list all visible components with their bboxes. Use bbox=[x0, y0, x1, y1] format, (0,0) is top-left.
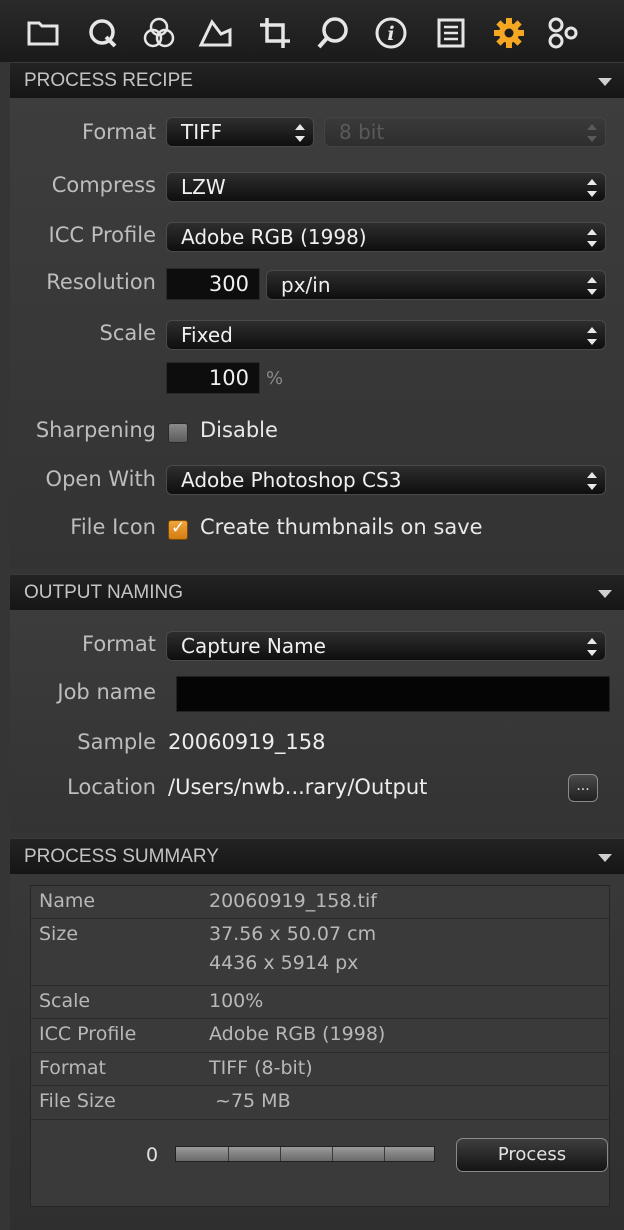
compress-label: Compress bbox=[51, 173, 156, 197]
section-title: PROCESS RECIPE bbox=[24, 70, 193, 91]
process-button[interactable]: Process bbox=[456, 1138, 608, 1172]
checkmark-icon: ✓ bbox=[171, 518, 186, 538]
scale-select[interactable]: Fixed bbox=[166, 320, 606, 350]
open-with-select[interactable]: Adobe Photoshop CS3 bbox=[166, 465, 606, 495]
scale-percent-input[interactable]: 100 bbox=[166, 362, 260, 394]
folder-icon[interactable] bbox=[26, 16, 60, 50]
color-circles-icon[interactable] bbox=[142, 16, 176, 50]
table-row: Scale 100% bbox=[31, 986, 609, 1019]
job-name-label: Job name bbox=[57, 680, 156, 704]
table-row: Name 20060919_158.tif bbox=[31, 886, 609, 919]
icc-profile-select[interactable]: Adobe RGB (1998) bbox=[166, 222, 606, 252]
bitdepth-select: 8 bit bbox=[324, 117, 606, 147]
output-naming-header[interactable]: OUTPUT NAMING bbox=[10, 574, 624, 611]
collapse-triangle-icon[interactable] bbox=[598, 78, 612, 86]
sample-label: Sample bbox=[77, 730, 156, 754]
section-title: OUTPUT NAMING bbox=[24, 582, 184, 603]
location-value: /Users/nwb...rary/Output bbox=[168, 775, 428, 799]
exposure-icon[interactable] bbox=[198, 16, 232, 50]
stepper-icon bbox=[587, 472, 597, 490]
svg-text:i: i bbox=[387, 23, 394, 45]
batch-icon[interactable] bbox=[546, 16, 580, 50]
location-label: Location bbox=[67, 775, 156, 799]
stepper-icon bbox=[587, 638, 597, 656]
details-list-icon[interactable] bbox=[434, 16, 468, 50]
collapse-triangle-icon[interactable] bbox=[598, 590, 612, 598]
sharpening-label: Sharpening bbox=[35, 418, 156, 442]
process-recipe-header[interactable]: PROCESS RECIPE bbox=[10, 62, 624, 99]
stepper-icon bbox=[587, 229, 597, 247]
gear-icon[interactable] bbox=[492, 16, 526, 50]
scale-label: Scale bbox=[99, 321, 157, 345]
table-row: ICC Profile Adobe RGB (1998) bbox=[31, 1019, 609, 1053]
progress-count: 0 bbox=[146, 1144, 159, 1166]
icc-profile-label: ICC Profile bbox=[48, 223, 157, 247]
browse-location-button[interactable]: ... bbox=[568, 774, 598, 802]
table-row: Size 37.56 x 50.07 cm 4436 x 5914 px bbox=[31, 919, 609, 986]
compress-select[interactable]: LZW bbox=[166, 172, 606, 202]
open-with-label: Open With bbox=[45, 467, 156, 491]
stepper-icon bbox=[587, 179, 597, 197]
sample-value: 20060919_158 bbox=[168, 730, 326, 754]
stepper-icon bbox=[587, 327, 597, 345]
collapse-triangle-icon[interactable] bbox=[598, 854, 612, 862]
resolution-input[interactable]: 300 bbox=[166, 268, 260, 300]
progress-bar bbox=[175, 1146, 435, 1162]
progress-tick bbox=[280, 1147, 281, 1161]
process-summary-header[interactable]: PROCESS SUMMARY bbox=[10, 838, 624, 875]
naming-format-label: Format bbox=[81, 632, 156, 656]
resolution-label: Resolution bbox=[46, 270, 156, 294]
progress-tick bbox=[228, 1147, 229, 1161]
sharpening-checkbox[interactable] bbox=[168, 423, 188, 443]
progress-tick bbox=[332, 1147, 333, 1161]
focus-loupe-icon[interactable] bbox=[316, 16, 350, 50]
stepper-icon bbox=[587, 277, 597, 295]
progress-tick bbox=[384, 1147, 385, 1161]
capture-q-icon[interactable] bbox=[86, 16, 120, 50]
stepper-icon bbox=[587, 124, 597, 142]
stepper-icon bbox=[295, 124, 305, 142]
format-label: Format bbox=[81, 120, 156, 144]
naming-format-select[interactable]: Capture Name bbox=[166, 631, 606, 661]
sharpening-option[interactable]: Disable bbox=[200, 418, 278, 442]
file-icon-label: File Icon bbox=[70, 515, 156, 539]
table-row: Format TIFF (8-bit) bbox=[31, 1053, 609, 1086]
table-row: File Size ~75 MB bbox=[31, 1086, 609, 1120]
tool-tabs-toolbar: i bbox=[0, 0, 624, 62]
file-icon-option[interactable]: Create thumbnails on save bbox=[200, 515, 483, 539]
crop-icon[interactable] bbox=[258, 16, 292, 50]
resolution-unit-select[interactable]: px/in bbox=[266, 270, 606, 300]
percent-unit: % bbox=[266, 368, 284, 389]
file-icon-checkbox[interactable]: ✓ bbox=[168, 518, 188, 540]
job-name-input[interactable] bbox=[176, 676, 610, 712]
info-icon[interactable]: i bbox=[374, 16, 408, 50]
section-title: PROCESS SUMMARY bbox=[24, 846, 219, 867]
format-select[interactable]: TIFF bbox=[166, 117, 314, 147]
